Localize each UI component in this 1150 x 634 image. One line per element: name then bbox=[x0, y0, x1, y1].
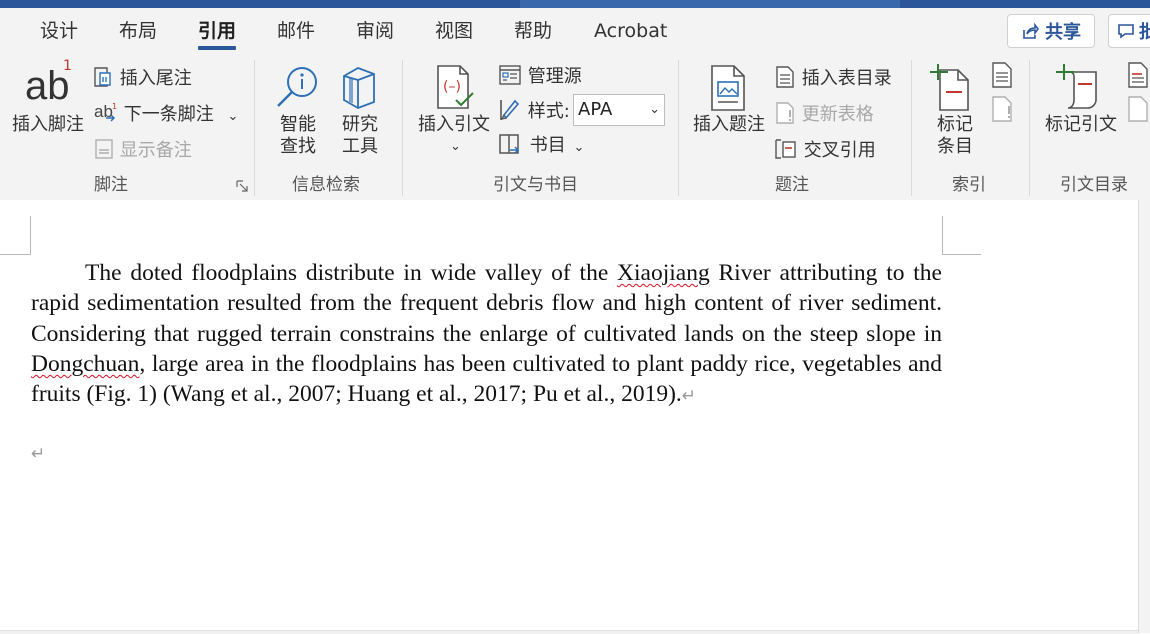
tab-layout[interactable]: 布局 bbox=[119, 19, 157, 43]
cross-reference-label: 交叉引用 bbox=[803, 140, 876, 161]
group-separator bbox=[1029, 60, 1030, 196]
smart-lookup-icon bbox=[277, 67, 317, 107]
group-separator bbox=[678, 60, 679, 196]
chevron-down-icon: ⌄ bbox=[450, 139, 461, 154]
comment-icon bbox=[1118, 24, 1134, 39]
show-notes-button: 显示备注 bbox=[94, 138, 192, 162]
bibliography-label: 书目 bbox=[529, 135, 566, 156]
group-separator bbox=[402, 60, 403, 196]
mark-citation-label: 标记引文 bbox=[1045, 114, 1117, 135]
insert-caption-label: 插入题注 bbox=[693, 114, 765, 135]
dialog-launcher-icon[interactable] bbox=[236, 180, 248, 192]
chevron-down-icon: ⌄ bbox=[573, 140, 585, 155]
paragraph-text: , large area in the floodplains has been… bbox=[31, 350, 942, 408]
smart-lookup-label-2: 查找 bbox=[280, 136, 316, 157]
manage-sources-label: 管理源 bbox=[527, 66, 582, 87]
citation-style-select[interactable]: APA ⌄ bbox=[573, 94, 665, 126]
smart-lookup-label-1: 智能 bbox=[280, 114, 316, 135]
manage-sources-button[interactable]: 管理源 bbox=[498, 64, 582, 88]
insert-caption-icon bbox=[711, 65, 745, 111]
group-label-table-of-authorities: 引文目录 bbox=[1060, 175, 1128, 195]
mark-citation-icon bbox=[1056, 64, 1097, 109]
style-label: 样式: bbox=[527, 101, 570, 122]
chevron-down-icon: ⌄ bbox=[227, 109, 239, 124]
body-paragraph[interactable]: The doted floodplains distribute in wide… bbox=[31, 258, 942, 411]
chevron-down-icon: ⌄ bbox=[649, 102, 660, 117]
tab-help[interactable]: 帮助 bbox=[514, 19, 552, 43]
svg-text:1: 1 bbox=[112, 102, 117, 111]
insert-table-of-authorities-icon[interactable] bbox=[1126, 62, 1150, 88]
tab-design[interactable]: 设计 bbox=[40, 19, 78, 43]
insert-index-icon[interactable] bbox=[990, 62, 1014, 88]
page-bottom-edge bbox=[0, 630, 1138, 634]
tab-acrobat[interactable]: Acrobat bbox=[594, 19, 667, 43]
insert-endnote-label: 插入尾注 bbox=[119, 68, 192, 89]
tab-mailings[interactable]: 邮件 bbox=[277, 19, 315, 43]
update-table-of-authorities-icon bbox=[1128, 96, 1148, 122]
update-table-icon bbox=[776, 102, 794, 124]
group-label-research: 信息检索 bbox=[292, 175, 360, 195]
margin-corner-right bbox=[942, 216, 981, 255]
tab-references[interactable]: 引用 bbox=[198, 19, 237, 50]
insert-citation-icon: (–) bbox=[437, 65, 474, 109]
update-index-icon bbox=[992, 96, 1012, 122]
cross-reference-icon bbox=[775, 139, 796, 159]
group-label-footnotes: 脚注 bbox=[94, 175, 128, 195]
next-footnote-button[interactable]: ab 1 下一条脚注 ⌄ bbox=[94, 102, 238, 128]
group-separator bbox=[911, 60, 912, 196]
paragraph-mark: ↵ bbox=[681, 386, 697, 407]
tab-review[interactable]: 审阅 bbox=[356, 19, 394, 43]
bibliography-button[interactable]: 书目 ⌄ bbox=[498, 132, 584, 159]
misspelled-word[interactable]: Dongchuan bbox=[31, 351, 139, 377]
insert-citation-label: 插入引文 bbox=[418, 114, 490, 135]
show-notes-label: 显示备注 bbox=[119, 140, 192, 161]
insert-endnote-button[interactable]: 插入尾注 bbox=[92, 66, 192, 90]
group-separator bbox=[254, 60, 255, 196]
ribbon: ab 1 插入脚注 插入尾注 ab 1 下一条脚注 ⌄ 显示备注 脚注 智能 查… bbox=[0, 56, 1150, 201]
cross-reference-button[interactable]: 交叉引用 bbox=[774, 138, 876, 162]
vertical-scroll-area[interactable] bbox=[1138, 200, 1150, 633]
researcher-icon bbox=[343, 67, 375, 109]
margin-corner-left bbox=[0, 216, 31, 255]
insert-footnote-label: 插入脚注 bbox=[12, 114, 84, 135]
manage-sources-icon bbox=[499, 65, 521, 85]
citation-style-value: APA bbox=[578, 99, 613, 120]
misspelled-word[interactable]: Xiaojiang bbox=[617, 260, 710, 286]
insert-table-of-figures-button[interactable]: 插入表目录 bbox=[774, 66, 892, 90]
comment-label: 批 bbox=[1139, 22, 1150, 43]
group-label-captions: 题注 bbox=[775, 175, 809, 195]
group-label-index: 索引 bbox=[952, 175, 986, 195]
update-table-label: 更新表格 bbox=[801, 104, 874, 125]
share-button[interactable]: 共享 bbox=[1007, 14, 1095, 48]
document-canvas: The doted floodplains distribute in wide… bbox=[0, 200, 1150, 634]
tab-view[interactable]: 视图 bbox=[435, 19, 473, 43]
mark-entry-label-2: 条目 bbox=[937, 136, 973, 157]
paragraph-text: The doted floodplains distribute in wide… bbox=[85, 260, 618, 286]
empty-paragraph-mark[interactable]: ↵ bbox=[31, 444, 45, 464]
svg-text:(–): (–) bbox=[443, 79, 461, 95]
mark-entry-icon bbox=[930, 64, 969, 111]
researcher-label-2: 工具 bbox=[342, 136, 378, 157]
next-footnote-label: 下一条脚注 bbox=[123, 104, 214, 125]
next-footnote-icon: ab 1 bbox=[94, 102, 117, 122]
insert-table-of-figures-label: 插入表目录 bbox=[801, 68, 892, 89]
researcher-label-1: 研究 bbox=[342, 114, 378, 135]
endnote-icon bbox=[94, 67, 111, 87]
footnote-superscript-icon: 1 bbox=[63, 58, 72, 74]
group-label-citations: 引文与书目 bbox=[493, 175, 578, 195]
style-brush-icon bbox=[500, 99, 520, 121]
mark-entry-label-1: 标记 bbox=[937, 114, 973, 135]
title-bar-strip bbox=[0, 0, 1150, 8]
bibliography-icon bbox=[499, 134, 520, 154]
update-table-button: 更新表格 bbox=[774, 102, 874, 126]
share-label: 共享 bbox=[1045, 22, 1081, 43]
comment-button[interactable]: 批 bbox=[1108, 14, 1150, 48]
share-icon bbox=[1023, 22, 1039, 39]
show-notes-icon bbox=[95, 139, 113, 159]
ribbon-tabs: 设计 布局 引用 邮件 审阅 视图 帮助 Acrobat 共享 批 bbox=[0, 8, 1150, 56]
table-of-figures-icon bbox=[776, 66, 794, 88]
title-bar-hint bbox=[520, 0, 900, 8]
citation-style-control: 样式: bbox=[498, 98, 570, 123]
